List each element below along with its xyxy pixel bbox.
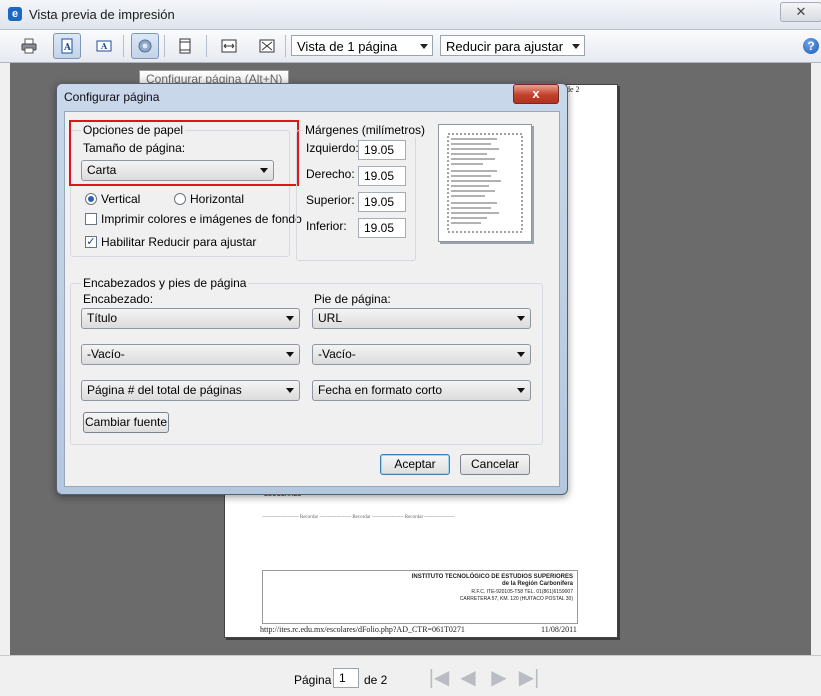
- margins-label: Márgenes (milímetros): [303, 123, 428, 137]
- right-margin-panel: [811, 63, 821, 655]
- vertical-radio[interactable]: [85, 193, 97, 205]
- print-background-label: Imprimir colores e imágenes de fondo: [101, 212, 302, 226]
- page-thumbnail-icon: [447, 133, 523, 233]
- chevron-down-icon: [286, 388, 294, 393]
- top-margin-input[interactable]: 19.05: [358, 192, 406, 212]
- footer-label: Pie de página:: [314, 292, 391, 306]
- ie-icon: e: [8, 7, 22, 21]
- view-mode-value: Vista de 1 página: [297, 39, 398, 54]
- full-page-icon: [259, 39, 275, 53]
- header-label: Encabezado:: [83, 292, 154, 306]
- chevron-down-icon: [517, 316, 525, 321]
- page-setup-button[interactable]: [131, 33, 159, 59]
- shrink-to-fit-label: Habilitar Reducir para ajustar: [101, 235, 257, 249]
- dialog-title: Configurar página: [64, 90, 160, 104]
- left-margin-label: Izquierdo:: [306, 141, 359, 155]
- toolbar-separator: [164, 35, 165, 57]
- footer-url: http://ites.rc.edu.mx/escolares/dFolio.p…: [260, 625, 465, 634]
- chevron-down-icon: [286, 316, 294, 321]
- full-page-button[interactable]: [253, 33, 281, 59]
- toolbar-separator: [285, 35, 286, 57]
- full-width-icon: [221, 39, 237, 53]
- bottom-navigation-bar: [0, 655, 821, 696]
- print-button[interactable]: [15, 33, 43, 59]
- print-background-checkbox[interactable]: [85, 213, 97, 225]
- last-page-icon[interactable]: ▶|: [517, 667, 541, 689]
- footer-select-1-value: URL: [318, 311, 343, 325]
- bottom-margin-input[interactable]: 19.05: [358, 218, 406, 238]
- page-thumbnail: [438, 124, 532, 242]
- header-select-3[interactable]: Página # del total de páginas: [81, 380, 300, 401]
- headers-footers-button[interactable]: [171, 33, 199, 59]
- ok-button[interactable]: Aceptar: [380, 454, 450, 475]
- highlight-box: [69, 120, 299, 186]
- horizontal-label: Horizontal: [190, 192, 245, 206]
- footer-date: 11/08/2011: [541, 625, 577, 634]
- header-select-2[interactable]: -Vacío-: [81, 344, 300, 365]
- page-marker: de 2: [566, 85, 580, 94]
- right-margin-label: Derecho:: [306, 167, 355, 181]
- help-icon[interactable]: ?: [803, 38, 819, 54]
- header-select-3-value: Página # del total de páginas: [87, 383, 242, 397]
- page-label: Página: [294, 673, 332, 687]
- dialog-close-button[interactable]: x: [513, 84, 559, 104]
- footer-select-3-value: Fecha en formato corto: [318, 383, 443, 397]
- bottom-margin-label: Inferior:: [306, 219, 347, 233]
- window-title: Vista previa de impresión: [29, 7, 175, 22]
- cancel-button[interactable]: Cancelar: [460, 454, 530, 475]
- portrait-button[interactable]: A: [53, 33, 81, 59]
- shrink-to-fit-checkbox[interactable]: ✓: [85, 236, 97, 248]
- footer-select-2-value: -Vacío-: [318, 347, 356, 361]
- change-font-button[interactable]: Cambiar fuente: [83, 412, 169, 433]
- institute-rfc: R.F.C. ITE-920105-T58 TEL. 01(861)615900…: [471, 589, 573, 595]
- toolbar-separator: [123, 35, 124, 57]
- footer-select-2[interactable]: -Vacío-: [312, 344, 531, 365]
- horizontal-radio[interactable]: [174, 193, 186, 205]
- window-close-button[interactable]: ✕: [780, 2, 821, 22]
- top-margin-label: Superior:: [306, 193, 355, 207]
- chevron-down-icon: [420, 44, 428, 49]
- landscape-icon: A: [96, 40, 112, 52]
- previous-page-icon[interactable]: ◀: [456, 667, 480, 689]
- headers-footers-icon: [179, 38, 191, 54]
- institute-region: de la Región Carbonífera: [501, 581, 573, 587]
- signature-line: ---------------------- Recordar --------…: [262, 515, 455, 520]
- fit-mode-dropdown[interactable]: Reducir para ajustar: [440, 35, 585, 56]
- header-select-1-value: Título: [87, 311, 118, 325]
- header-select-1[interactable]: Título: [81, 308, 300, 329]
- page-setup-gear-icon: [138, 39, 152, 53]
- headers-footers-label: Encabezados y pies de página: [81, 276, 249, 290]
- institute-name: INSTITUTO TECNOLÓGICO DE ESTUDIOS SUPERI…: [411, 574, 573, 580]
- footer-select-1[interactable]: URL: [312, 308, 531, 329]
- portrait-icon: A: [61, 38, 73, 54]
- printer-icon: [21, 38, 37, 54]
- svg-text:A: A: [63, 43, 72, 53]
- landscape-button[interactable]: A: [90, 33, 118, 59]
- chevron-down-icon: [286, 352, 294, 357]
- svg-text:A: A: [100, 41, 108, 51]
- footer-select-3[interactable]: Fecha en formato corto: [312, 380, 531, 401]
- left-margin-panel: [0, 63, 10, 655]
- toolbar-separator: [206, 35, 207, 57]
- first-page-icon[interactable]: |◀: [427, 667, 451, 689]
- vertical-label: Vertical: [101, 192, 141, 206]
- right-margin-input[interactable]: 19.05: [358, 166, 406, 186]
- view-mode-dropdown[interactable]: Vista de 1 página: [291, 35, 433, 56]
- next-page-icon[interactable]: ▶: [487, 667, 511, 689]
- page-total: de 2: [364, 673, 388, 687]
- page-number-input[interactable]: 1: [333, 668, 359, 688]
- full-width-button[interactable]: [215, 33, 243, 59]
- fit-mode-value: Reducir para ajustar: [446, 39, 564, 54]
- institute-address: CARRETERA 57, KM. 120 (HUITACO POSTAL 30…: [459, 596, 573, 602]
- chevron-down-icon: [517, 388, 525, 393]
- header-select-2-value: -Vacío-: [87, 347, 125, 361]
- left-margin-input[interactable]: 19.05: [358, 140, 406, 160]
- chevron-down-icon: [517, 352, 525, 357]
- chevron-down-icon: [572, 44, 580, 49]
